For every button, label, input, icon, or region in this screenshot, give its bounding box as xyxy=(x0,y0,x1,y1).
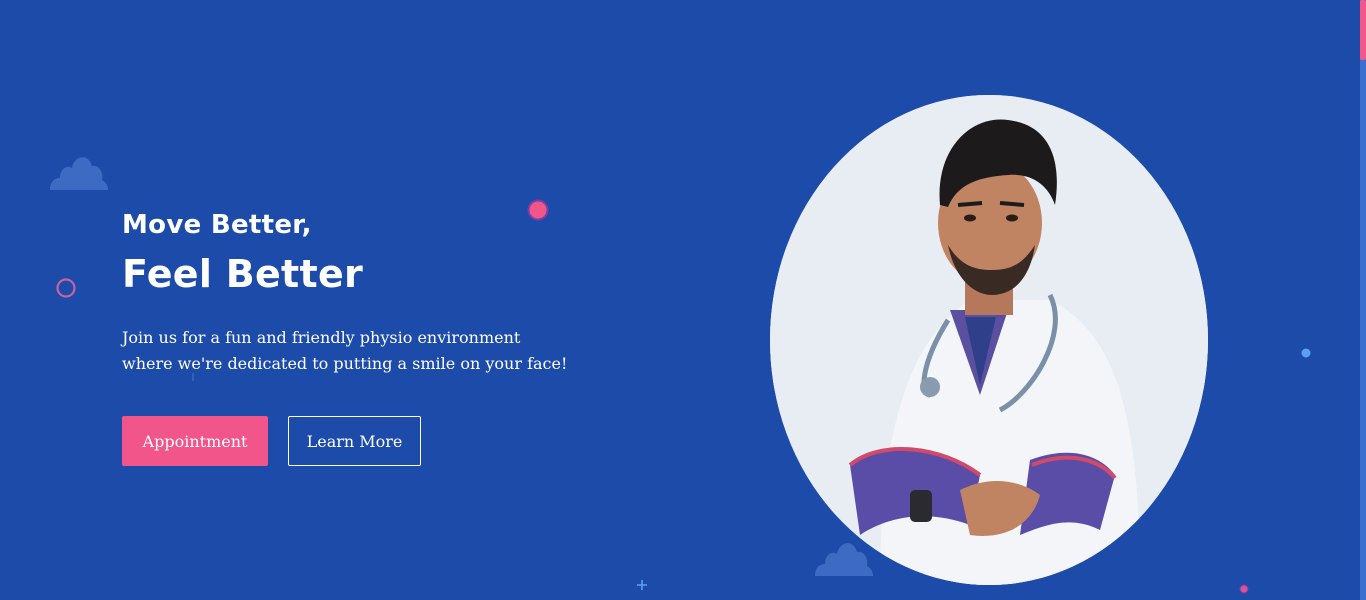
cloud-icon xyxy=(815,543,873,576)
dot-icon xyxy=(1239,584,1249,594)
circle-icon xyxy=(56,278,76,298)
headline-big: Feel Better xyxy=(122,252,364,296)
hero-section: Move Better, Feel Better Join us for a f… xyxy=(0,0,1366,600)
dot-icon xyxy=(1301,348,1311,358)
doctor-photo xyxy=(770,95,1208,585)
scrollbar[interactable] xyxy=(1360,0,1366,600)
learn-more-button[interactable]: Learn More xyxy=(288,416,421,466)
appointment-button[interactable]: Appointment xyxy=(122,416,268,466)
circle-icon xyxy=(527,199,549,221)
headline-small: Move Better, xyxy=(122,210,312,240)
plus-icon xyxy=(637,580,647,590)
hero-description: Join us for a fun and friendly physio en… xyxy=(122,328,568,373)
scrollbar-thumb[interactable] xyxy=(1360,0,1366,60)
cloud-icon xyxy=(50,157,108,190)
